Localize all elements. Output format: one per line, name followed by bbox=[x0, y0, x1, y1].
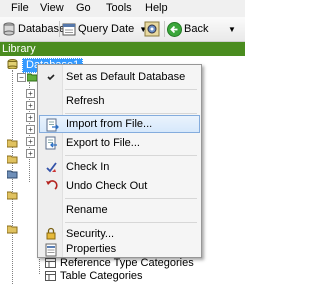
toolbar-separator bbox=[59, 21, 60, 37]
table-icon bbox=[45, 258, 56, 268]
folder-icon bbox=[7, 155, 18, 164]
check-in-icon bbox=[46, 162, 57, 173]
menu-item-check-in[interactable]: Check In bbox=[39, 158, 200, 176]
folder-icon bbox=[7, 191, 18, 200]
menu-separator bbox=[65, 198, 197, 199]
menu-item-label: Refresh bbox=[66, 95, 105, 107]
menu-item-label: Import from File... bbox=[66, 118, 153, 130]
export-icon bbox=[45, 136, 57, 150]
menu-item-label: Properties bbox=[66, 243, 117, 255]
toolbar-separator bbox=[164, 21, 165, 37]
menu-item-label: Rename bbox=[66, 204, 108, 216]
menu-separator bbox=[65, 113, 197, 114]
menu-separator bbox=[65, 155, 197, 156]
menu-item-rename[interactable]: Rename bbox=[39, 201, 200, 219]
folder-icon bbox=[7, 170, 18, 179]
menu-tools[interactable]: Tools bbox=[106, 2, 132, 14]
menu-item-undo-check-out[interactable]: Undo Check Out bbox=[39, 177, 200, 195]
menu-item-export-to-file[interactable]: Export to File... bbox=[39, 134, 200, 152]
query-date-button-label: Query Date bbox=[78, 23, 135, 35]
folder-icon bbox=[7, 225, 18, 234]
menu-item-set-as-default-database[interactable]: Set as Default Database bbox=[39, 68, 200, 86]
menu-file[interactable]: File bbox=[11, 2, 29, 14]
lock-icon bbox=[46, 227, 56, 240]
menu-item-import-from-file[interactable]: Import from File... bbox=[39, 115, 200, 133]
folder-icon bbox=[7, 139, 18, 148]
tree-expand-toggle[interactable]: + bbox=[26, 149, 35, 158]
back-arrow-icon bbox=[167, 21, 182, 37]
import-icon bbox=[46, 118, 59, 132]
menu-item-label: Undo Check Out bbox=[66, 180, 148, 192]
query-date-button[interactable]: Query Date ▼ bbox=[62, 21, 147, 37]
menu-bar: File View Go Tools Help bbox=[0, 0, 245, 17]
tree-expand-toggle[interactable]: + bbox=[26, 113, 35, 122]
settings-button[interactable] bbox=[144, 21, 160, 37]
menu-separator bbox=[65, 89, 197, 90]
database-icon bbox=[3, 22, 15, 36]
table-icon bbox=[45, 271, 56, 281]
dropdown-arrow-icon: ▼ bbox=[228, 24, 236, 34]
tree-expand-toggle[interactable]: + bbox=[26, 125, 35, 134]
menu-item-properties[interactable]: Properties bbox=[39, 241, 200, 259]
menu-help[interactable]: Help bbox=[145, 2, 168, 14]
tree-expand-toggle[interactable]: + bbox=[26, 101, 35, 110]
menu-item-refresh[interactable]: Refresh bbox=[39, 92, 200, 110]
tree-node-table-categories[interactable]: Table Categories bbox=[60, 270, 143, 282]
tree-expand-toggle[interactable]: + bbox=[26, 89, 35, 98]
context-menu: Set as Default Database Refresh Import f… bbox=[37, 64, 202, 258]
menu-view[interactable]: View bbox=[40, 2, 64, 14]
library-panel-header: Library bbox=[0, 42, 245, 56]
tree-collapse-toggle[interactable]: − bbox=[17, 73, 26, 82]
back-button[interactable]: Back bbox=[167, 21, 208, 37]
menu-item-label: Set as Default Database bbox=[66, 71, 186, 83]
tree-expand-toggle[interactable]: + bbox=[26, 137, 35, 146]
menu-item-label: Security... bbox=[66, 228, 115, 240]
calendar-icon bbox=[62, 23, 76, 36]
check-mark-icon bbox=[47, 74, 55, 81]
menu-item-label: Export to File... bbox=[66, 137, 140, 149]
database-button[interactable]: Database bbox=[2, 21, 65, 37]
undo-check-out-icon bbox=[46, 180, 58, 190]
database-icon bbox=[7, 59, 18, 69]
menu-item-label: Check In bbox=[66, 161, 110, 173]
toolbar: Database Query Date ▼ Back ▼ bbox=[0, 17, 245, 42]
menu-separator bbox=[65, 222, 197, 223]
properties-icon bbox=[45, 243, 57, 257]
back-dropdown-button[interactable]: ▼ bbox=[228, 21, 236, 37]
menu-go[interactable]: Go bbox=[76, 2, 91, 14]
back-button-label: Back bbox=[184, 23, 209, 35]
gear-icon bbox=[144, 21, 160, 37]
